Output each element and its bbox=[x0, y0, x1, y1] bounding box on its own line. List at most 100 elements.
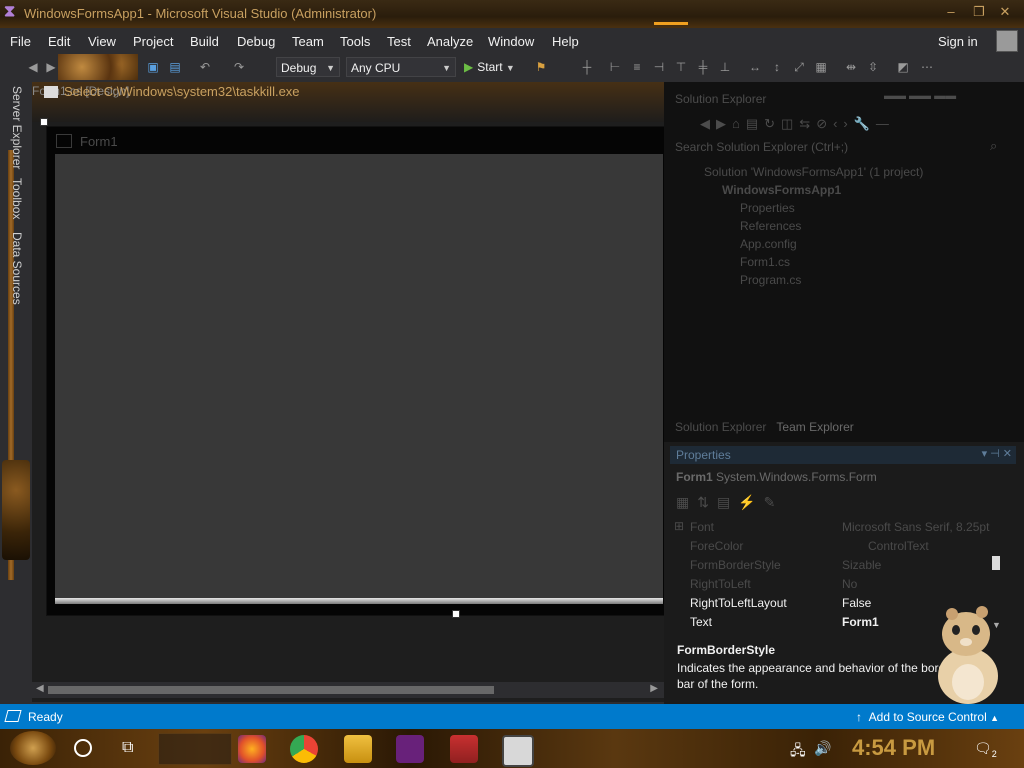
standard-toolbar: ◀ ▶ ▣ ▤ ↶ ↷ Debug ▼ Any CPU ▼ ▶ Start ▼ ⚑ ┼… bbox=[0, 54, 1024, 82]
menu-tools[interactable]: Tools bbox=[340, 34, 370, 49]
console-taskbar-icon[interactable] bbox=[502, 735, 534, 767]
tab-solution-explorer[interactable]: Solution Explorer bbox=[675, 420, 766, 434]
property-value[interactable]: False bbox=[842, 596, 871, 610]
solution-platform-select[interactable]: Any CPU ▼ bbox=[346, 57, 456, 77]
menu-team[interactable]: Team bbox=[292, 34, 324, 49]
cortana-icon[interactable] bbox=[74, 739, 92, 757]
properties-toolbar[interactable]: ▦⇅▤⚡✎ bbox=[676, 494, 783, 511]
pin-close-icons[interactable]: ▾ ⊣ ✕ bbox=[982, 447, 1012, 460]
resize-handle-bottom-center[interactable] bbox=[452, 610, 460, 618]
make-same-width-icon[interactable]: ↔ bbox=[748, 60, 762, 74]
chevron-down-icon: ▼ bbox=[505, 63, 515, 73]
toolbox-tab[interactable]: Toolbox bbox=[10, 178, 24, 219]
tree-item-references[interactable]: References bbox=[740, 219, 801, 233]
minimize-button[interactable]: – bbox=[942, 4, 960, 20]
menu-analyze[interactable]: Analyze bbox=[427, 34, 473, 49]
vertical-spacing-icon[interactable]: ⇳ bbox=[866, 60, 880, 74]
properties-object-selector[interactable]: Form1 System.Windows.Forms.Form bbox=[676, 470, 877, 484]
tab-order-icon[interactable]: ⋯ bbox=[920, 60, 934, 74]
tree-item-program-cs[interactable]: Program.cs bbox=[740, 273, 801, 287]
designer-horizontal-scrollbar[interactable]: ◀ ▶ bbox=[32, 682, 664, 698]
firefox-icon[interactable] bbox=[238, 735, 266, 763]
data-sources-tab[interactable]: Data Sources bbox=[10, 232, 24, 305]
solution-explorer-search[interactable]: Search Solution Explorer (Ctrl+;) bbox=[675, 140, 848, 154]
app-taskbar-icon[interactable] bbox=[450, 735, 478, 763]
save-icon[interactable]: ▣ bbox=[146, 60, 160, 74]
panel-pin-close-icons[interactable]: ▬▬ ▬▬ ▬▬ bbox=[884, 90, 956, 102]
tree-item-properties[interactable]: Properties bbox=[740, 201, 795, 215]
form1-client-area[interactable] bbox=[55, 154, 663, 598]
property-value[interactable]: ControlText bbox=[868, 539, 929, 553]
volume-icon[interactable]: 🔊 bbox=[814, 740, 831, 757]
menu-help[interactable]: Help bbox=[552, 34, 579, 49]
scroll-left-icon[interactable]: ◀ bbox=[36, 683, 44, 694]
forward-icon[interactable]: ▶ bbox=[44, 60, 58, 74]
start-button[interactable] bbox=[10, 731, 56, 765]
bring-to-front-icon[interactable]: ◩ bbox=[896, 60, 910, 74]
property-row-forecolor[interactable]: ForeColor ControlText bbox=[670, 537, 1000, 556]
menu-window[interactable]: Window bbox=[488, 34, 534, 49]
align-tops-icon[interactable]: ⊤ bbox=[674, 60, 688, 74]
task-view-icon[interactable]: ⧉ bbox=[122, 739, 133, 757]
property-row-righttoleft[interactable]: RightToLeft No bbox=[670, 575, 1000, 594]
menu-test[interactable]: Test bbox=[387, 34, 411, 49]
tree-item-form1-cs[interactable]: Form1.cs bbox=[740, 255, 790, 269]
back-icon[interactable]: ◀ bbox=[26, 60, 40, 74]
property-name: ForeColor bbox=[690, 539, 744, 553]
scroll-right-icon[interactable]: ▶ bbox=[650, 683, 658, 694]
align-rights-icon[interactable]: ⊣ bbox=[652, 60, 666, 74]
property-name: FormBorderStyle bbox=[690, 558, 781, 572]
tree-item-solution[interactable]: Solution 'WindowsFormsApp1' (1 project) bbox=[704, 165, 923, 179]
align-lefts-icon[interactable]: ⊢ bbox=[608, 60, 622, 74]
tree-item-app-config[interactable]: App.config bbox=[740, 237, 797, 251]
visual-studio-taskbar-icon[interactable] bbox=[396, 735, 424, 763]
play-icon: ▶ bbox=[464, 60, 474, 74]
network-icon[interactable]: 🖧 bbox=[790, 740, 806, 764]
solution-configuration-select[interactable]: Debug ▼ bbox=[276, 57, 340, 77]
align-centers-icon[interactable]: ≡ bbox=[630, 60, 644, 74]
align-middles-icon[interactable]: ╪ bbox=[696, 60, 710, 74]
undo-icon[interactable]: ↶ bbox=[198, 60, 212, 74]
menu-file[interactable]: File bbox=[10, 34, 31, 49]
save-all-icon[interactable]: ▤ bbox=[168, 60, 182, 74]
browser-link-icon[interactable]: ⚑ bbox=[534, 60, 548, 74]
make-same-height-icon[interactable]: ↕ bbox=[770, 60, 784, 74]
taskbar-clock[interactable]: 4:54 PM bbox=[852, 735, 935, 761]
resize-handle-top-left[interactable] bbox=[40, 118, 48, 126]
tree-item-project[interactable]: WindowsFormsApp1 bbox=[722, 183, 841, 197]
solution-explorer-toolbar[interactable]: ◀▶⌂▤↻◫⇆⊘‹›🔧— bbox=[700, 116, 895, 132]
visual-studio-logo-icon: ⧗ bbox=[4, 3, 16, 20]
account-icon[interactable] bbox=[996, 30, 1018, 52]
tab-team-explorer[interactable]: Team Explorer bbox=[776, 420, 853, 434]
add-to-source-control-button[interactable]: ↑ Add to Source Control ▲ bbox=[856, 710, 999, 724]
menu-view[interactable]: View bbox=[88, 34, 116, 49]
property-value[interactable]: No bbox=[842, 577, 857, 591]
scrollbar-thumb[interactable] bbox=[48, 686, 494, 694]
redo-icon[interactable]: ↷ bbox=[232, 60, 246, 74]
action-center-icon[interactable]: 🗨2 bbox=[974, 740, 997, 759]
file-explorer-icon[interactable] bbox=[344, 735, 372, 763]
property-value[interactable]: Form1 bbox=[842, 615, 879, 629]
chrome-icon[interactable] bbox=[290, 735, 318, 763]
scrollbar-thumb[interactable] bbox=[992, 556, 1000, 570]
size-to-grid-icon[interactable]: ▦ bbox=[814, 60, 828, 74]
server-explorer-tab[interactable]: Server Explorer bbox=[10, 86, 24, 169]
taskbar-search-box[interactable] bbox=[158, 733, 232, 765]
menu-debug[interactable]: Debug bbox=[237, 34, 275, 49]
maximize-button[interactable]: ❐ bbox=[970, 4, 988, 20]
make-same-size-icon[interactable]: ⤢ bbox=[792, 60, 806, 74]
expand-icon[interactable]: ⊞ bbox=[674, 519, 684, 533]
start-debugging-button[interactable]: ▶ Start ▼ bbox=[464, 57, 515, 77]
horizontal-spacing-icon[interactable]: ⇹ bbox=[844, 60, 858, 74]
sign-in-link[interactable]: Sign in bbox=[938, 34, 978, 49]
align-grid-icon[interactable]: ┼ bbox=[580, 60, 594, 74]
menu-project[interactable]: Project bbox=[133, 34, 173, 49]
property-row-font[interactable]: ⊞ Font Microsoft Sans Serif, 8.25pt bbox=[670, 518, 1000, 537]
property-row-formborderstyle[interactable]: FormBorderStyle Sizable bbox=[670, 556, 1000, 575]
property-value[interactable]: Microsoft Sans Serif, 8.25pt bbox=[842, 520, 989, 534]
menu-build[interactable]: Build bbox=[190, 34, 219, 49]
align-bottoms-icon[interactable]: ⊥ bbox=[718, 60, 732, 74]
close-button[interactable]: ✕ bbox=[996, 4, 1014, 20]
property-value[interactable]: Sizable bbox=[842, 558, 881, 572]
menu-edit[interactable]: Edit bbox=[48, 34, 70, 49]
